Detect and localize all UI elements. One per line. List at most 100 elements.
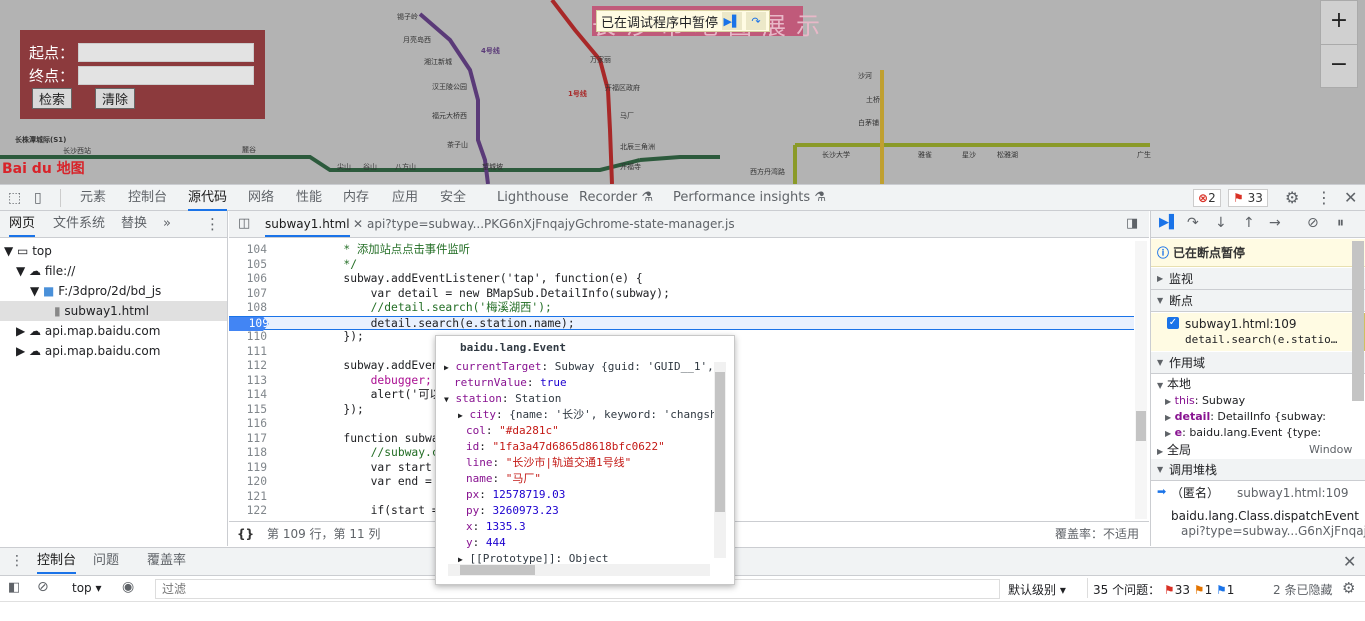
station-label[interactable]: 星沙 [962,150,976,160]
station-label[interactable]: 福元大桥西 [432,111,467,121]
subway-map[interactable]: 锡子岭 月亮岛西 湘江新城 汉王陵公园 福元大桥西 茶子山 麓谷 长沙西站 尖山… [0,0,1365,184]
breakpoint-item[interactable]: ✓ subway1.html:109 detail.search(e.stati… [1151,313,1365,351]
scope-item[interactable]: ▶ e: baidu.lang.Event {type: [1165,425,1321,442]
station-label[interactable]: 长沙大学 [822,150,850,160]
tab-performance-insights[interactable]: Performance insights ⚗ [673,185,826,211]
tree-item-file[interactable]: ▼ ☁ file:// [16,261,75,281]
popover-vscrollbar[interactable] [714,362,726,558]
scope-local[interactable]: ▼ 本地 [1157,376,1191,394]
property-row[interactable]: ▶ currentTarget: Subway {guid: 'GUID__1'… [444,359,714,376]
scope-item[interactable]: ▶ detail: DetailInfo {subway: [1165,409,1326,426]
checkbox-checked-icon[interactable]: ✓ [1167,317,1179,329]
tab-filesystem[interactable]: 文件系统 [53,211,105,237]
issues-summary[interactable]: 35 个问题： ⚑33 ⚑1 ⚑1 [1093,581,1234,598]
tree-item-folder[interactable]: ▼ ■ F:/3dpro/2d/bd_js [30,281,161,301]
close-drawer-icon[interactable]: ✕ [1343,552,1356,571]
end-input[interactable] [78,66,254,85]
station-label[interactable]: 广生 [1137,150,1151,160]
start-input[interactable] [78,43,254,62]
breakpoint-marker[interactable]: 109 [229,316,269,331]
station-label[interactable]: 雅雀 [918,150,932,160]
search-button[interactable]: 检索 [32,88,73,109]
error-count-badge[interactable]: ⊗2 [1193,189,1221,207]
tree-item-api-map[interactable]: ▶ ☁ api.map.baidu.com [16,321,160,341]
drawer-tab-console[interactable]: 控制台 [37,548,77,574]
step-icon[interactable]: → [1269,215,1281,231]
station-label[interactable]: 白茅铺 [858,118,879,128]
resume-icon[interactable]: ▶▌ [722,12,743,30]
station-label[interactable]: 茶子山 [447,140,468,150]
tree-item-subway1-html[interactable]: ▮ subway1.html [0,301,227,321]
sidebar-toggle-icon[interactable]: ◧ [8,580,20,595]
station-label[interactable]: 月亮岛西 [403,35,431,45]
call-frame[interactable]: baidu.lang.Class.dispatchEvent api?type=… [1151,505,1365,543]
step-over-icon[interactable]: ↷ [746,12,767,30]
log-level-select[interactable]: 默认级别 ▾ [1008,581,1066,598]
tab-network[interactable]: 网络 [248,185,274,211]
navigator-menu-icon[interactable]: ⋮ [205,211,220,237]
inspect-icon[interactable]: ⬚ [8,190,21,206]
zoom-in-button[interactable]: + [1321,1,1357,44]
tab-recorder[interactable]: Recorder ⚗ [579,185,653,211]
station-label[interactable]: 八方山 [395,162,416,172]
tab-security[interactable]: 安全 [440,185,466,211]
station-label[interactable]: 土桥 [866,95,880,105]
property-row[interactable]: ▼ station: Station [444,391,561,408]
property-row[interactable]: ▶ city: {name: '长沙', keyword: 'changsh [458,407,717,424]
issue-count-badge[interactable]: ⚑ 33 [1228,189,1268,207]
station-label[interactable]: 望城坡 [482,162,503,172]
station-label[interactable]: 开福区政府 [605,83,640,93]
console-settings-gear-icon[interactable]: ⚙ [1342,579,1355,597]
station-label[interactable]: 马厂 [620,111,634,121]
tab-application[interactable]: 应用 [392,185,418,211]
tab-overrides[interactable]: 替换 [121,211,147,237]
close-tab-icon[interactable]: ✕ [353,211,363,237]
station-label[interactable]: 沙河 [858,71,872,81]
tab-elements[interactable]: 元素 [80,185,106,211]
station-label[interactable]: 长沙西站 [63,146,91,156]
more-options-icon[interactable]: ⋮ [1316,188,1332,207]
step-out-icon[interactable]: ↑ [1243,215,1255,231]
drawer-tab-coverage[interactable]: 覆盖率 [147,548,186,574]
tree-item-api-map[interactable]: ▶ ☁ api.map.baidu.com [16,341,160,361]
clear-console-icon[interactable]: ⊘ [37,579,49,595]
zoom-out-button[interactable]: − [1321,44,1357,87]
station-label[interactable]: 湘江新城 [424,57,452,67]
editor-tab-api[interactable]: api?type=subway...PKG6nXjFnqajyG [367,211,584,237]
object-preview-popover[interactable]: baidu.lang.Event ▶ currentTarget: Subway… [435,335,735,585]
toggle-navigator-icon[interactable]: ◫ [238,211,250,237]
context-selector[interactable]: top ▾ [72,581,102,595]
pause-on-exceptions-icon[interactable]: ⏸ [1337,215,1344,231]
scope-item[interactable]: ▶ this: Subway [1165,393,1245,410]
station-label[interactable]: 尖山 [337,162,351,172]
property-row[interactable]: returnValue: true [454,375,567,391]
eye-icon[interactable]: ◉ [122,579,134,595]
editor-tab-subway1[interactable]: subway1.html [265,211,350,237]
section-scope[interactable]: 作用域 [1151,352,1365,374]
station-label[interactable]: 万家丽 [590,55,611,65]
call-frame-active[interactable]: ➡ （匿名） subway1.html:109 [1151,482,1365,504]
editor-tab-chrome-state[interactable]: chrome-state-manager.js [584,211,735,237]
tree-item-top[interactable]: ▼ ▭ top [4,241,52,261]
tab-lighthouse[interactable]: Lighthouse [497,185,569,211]
step-into-icon[interactable]: ↓ [1215,215,1227,231]
toggle-debugger-icon[interactable]: ◨ [1126,211,1138,237]
station-label[interactable]: 汉王陵公园 [432,82,467,92]
station-label[interactable]: 西方丹湾路 [750,167,785,177]
deactivate-breakpoints-icon[interactable]: ⊘ [1307,215,1319,231]
tab-performance[interactable]: 性能 [296,185,322,211]
step-over-icon[interactable]: ↷ [1187,215,1199,231]
station-label[interactable]: 谷山 [363,162,377,172]
station-label[interactable]: 松雅湖 [997,150,1018,160]
section-call-stack[interactable]: 调用堆栈 [1151,459,1365,481]
drawer-menu-icon[interactable]: ⋮ [10,553,24,569]
resume-icon[interactable]: ▶▌ [1159,215,1179,230]
device-toolbar-icon[interactable]: ▯ [34,190,42,206]
sidebar-scrollbar[interactable] [1352,241,1364,401]
station-label[interactable]: 开福寺 [620,162,641,172]
section-watch[interactable]: 监视 [1151,268,1365,290]
tab-sources[interactable]: 源代码 [188,185,228,211]
close-devtools-icon[interactable]: ✕ [1344,188,1357,207]
editor-scrollbar[interactable] [1135,241,1147,519]
clear-button[interactable]: 清除 [95,88,136,109]
